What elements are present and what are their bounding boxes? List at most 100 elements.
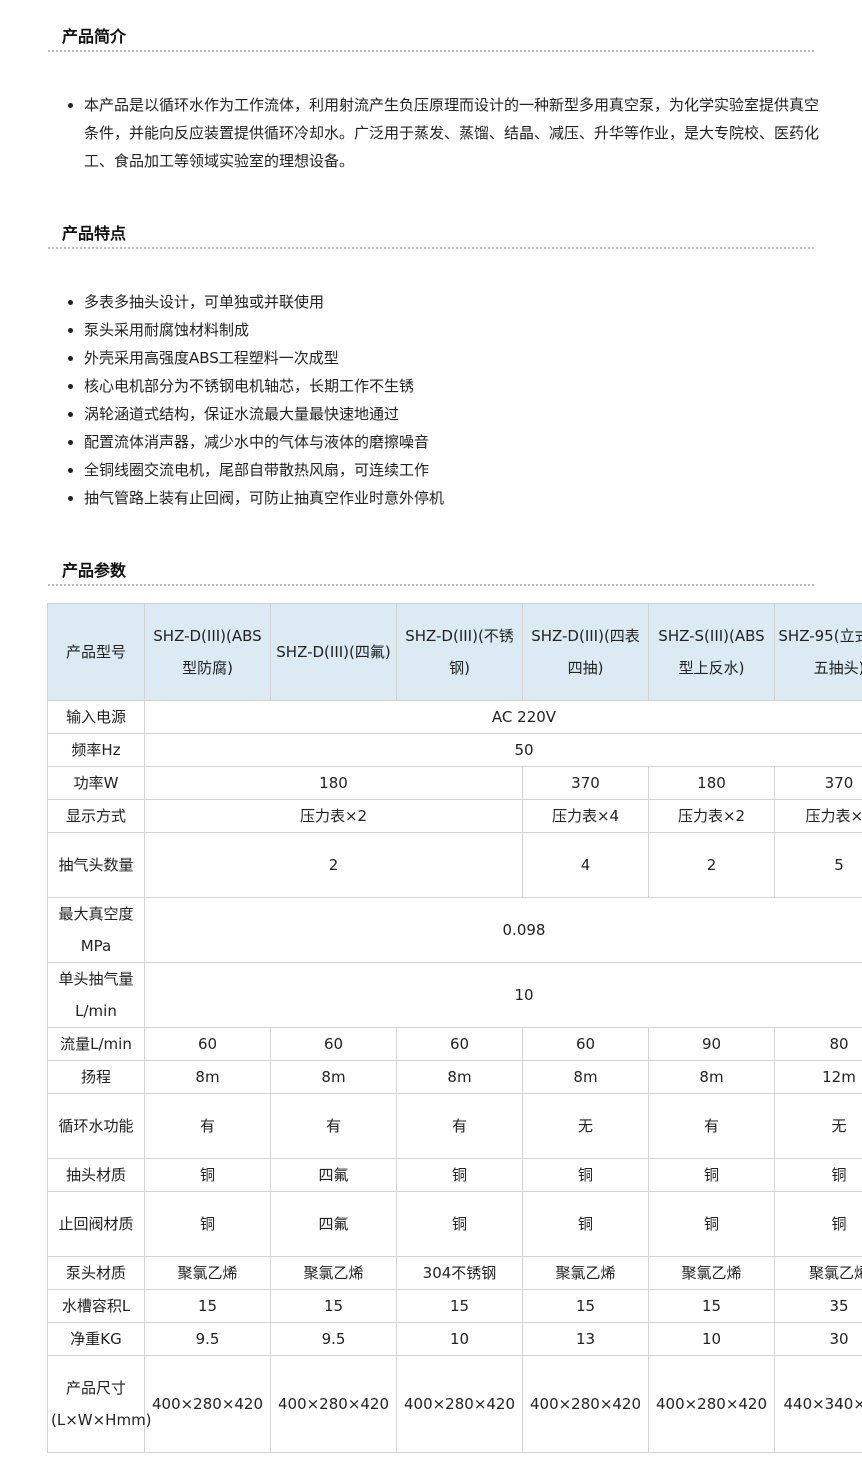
table-row: 净重KG 9.5 9.5 10 13 10 30 (47, 1322, 862, 1356)
table-cell: 15 (396, 1289, 523, 1323)
table-cell: 180 (144, 766, 523, 800)
row-label: 最大真空度MPa (47, 897, 145, 963)
table-row: 流量L/min 60 60 60 60 90 80 (47, 1027, 862, 1061)
table-cell: 铜 (774, 1191, 862, 1257)
table-row: 抽头材质 铜 四氟 铜 铜 铜 铜 (47, 1158, 862, 1192)
params-section-header: 产品参数 (48, 558, 814, 586)
feature-item: 全铜线圈交流电机，尾部自带散热风扇，可连续工作 (84, 456, 832, 484)
table-row: 扬程 8m 8m 8m 8m 8m 12m (47, 1060, 862, 1094)
table-row: 水槽容积L 15 15 15 15 15 35 (47, 1289, 862, 1323)
table-cell: AC 220V (144, 700, 862, 734)
table-cell: 铜 (144, 1191, 271, 1257)
row-label: 显示方式 (47, 799, 145, 833)
row-label: 产品尺寸(L×W×Hmm) (47, 1355, 152, 1453)
table-cell: 铜 (522, 1191, 649, 1257)
features-list: 多表多抽头设计，可单独或并联使用 泵头采用耐腐蚀材料制成 外壳采用高强度ABS工… (62, 288, 832, 512)
table-cell: 35 (774, 1289, 862, 1323)
table-row: 显示方式 压力表×2 压力表×4 压力表×2 压力表×5 (47, 799, 862, 833)
table-cell: 15 (144, 1289, 271, 1323)
table-cell: 铜 (774, 1158, 862, 1192)
row-label: 循环水功能 (47, 1093, 145, 1159)
table-header-row: 产品型号 SHZ-D(III)(ABS型防腐) SHZ-D(III)(四氟) S… (47, 603, 862, 701)
table-cell: 有 (396, 1093, 523, 1159)
table-cell: 0.098 (144, 897, 862, 963)
intro-section-header: 产品简介 (48, 24, 814, 52)
header-model: SHZ-D(III)(不锈钢) (396, 603, 523, 701)
table-cell: 2 (144, 832, 523, 898)
table-cell: 有 (648, 1093, 775, 1159)
table-cell: 400×280×420 (270, 1355, 397, 1453)
table-cell: 9.5 (144, 1322, 271, 1356)
table-cell: 60 (144, 1027, 271, 1061)
table-row: 最大真空度MPa 0.098 (47, 897, 862, 963)
feature-item: 多表多抽头设计，可单独或并联使用 (84, 288, 832, 316)
table-cell: 80 (774, 1027, 862, 1061)
row-label: 止回阀材质 (47, 1191, 145, 1257)
feature-item: 配置流体消声器，减少水中的气体与液体的磨擦噪音 (84, 428, 832, 456)
table-cell: 370 (774, 766, 862, 800)
table-row: 循环水功能 有 有 有 无 有 无 (47, 1093, 862, 1159)
table-cell: 压力表×2 (144, 799, 523, 833)
header-model: SHZ-95(立式五表五抽头) (774, 603, 862, 701)
intro-paragraph: 本产品是以循环水作为工作流体，利用射流产生负压原理而设计的一种新型多用真空泵，为… (84, 91, 832, 175)
table-cell: 60 (396, 1027, 523, 1061)
row-label: 扬程 (47, 1060, 145, 1094)
table-cell: 5 (774, 832, 862, 898)
intro-list: 本产品是以循环水作为工作流体，利用射流产生负压原理而设计的一种新型多用真空泵，为… (62, 91, 832, 175)
table-row: 单头抽气量L/min 10 (47, 962, 862, 1028)
table-cell: 聚氯乙烯 (522, 1256, 649, 1290)
table-cell: 15 (522, 1289, 649, 1323)
table-cell: 50 (144, 733, 862, 767)
feature-item: 核心电机部分为不锈钢电机轴芯，长期工作不生锈 (84, 372, 832, 400)
feature-item: 涡轮涵道式结构，保证水流最大量最快速地通过 (84, 400, 832, 428)
table-cell: 10 (144, 962, 862, 1028)
table-cell: 无 (522, 1093, 649, 1159)
table-cell: 无 (774, 1093, 862, 1159)
table-cell: 30 (774, 1322, 862, 1356)
table-cell: 压力表×4 (522, 799, 649, 833)
table-cell: 8m (270, 1060, 397, 1094)
table-cell: 180 (648, 766, 775, 800)
intro-title: 产品简介 (62, 27, 127, 46)
table-cell: 400×280×420 (648, 1355, 775, 1453)
table-cell: 铜 (648, 1191, 775, 1257)
table-cell: 有 (144, 1093, 271, 1159)
table-cell: 铜 (396, 1191, 523, 1257)
table-cell: 8m (522, 1060, 649, 1094)
row-label: 功率W (47, 766, 145, 800)
table-cell: 15 (648, 1289, 775, 1323)
table-cell: 10 (396, 1322, 523, 1356)
table-row: 泵头材质 聚氯乙烯 聚氯乙烯 304不锈钢 聚氯乙烯 聚氯乙烯 聚氯乙烯 (47, 1256, 862, 1290)
table-cell: 聚氯乙烯 (144, 1256, 271, 1290)
table-cell: 440×340×580 (774, 1355, 862, 1453)
row-label: 净重KG (47, 1322, 145, 1356)
header-model: SHZ-S(III)(ABS型上反水) (648, 603, 775, 701)
features-title: 产品特点 (62, 224, 127, 243)
table-row: 功率W 180 370 180 370 (47, 766, 862, 800)
table-cell: 13 (522, 1322, 649, 1356)
params-title: 产品参数 (62, 561, 127, 580)
table-row: 输入电源 AC 220V (47, 700, 862, 734)
table-cell: 370 (522, 766, 649, 800)
row-label: 水槽容积L (47, 1289, 145, 1323)
table-cell: 铜 (648, 1158, 775, 1192)
table-cell: 10 (648, 1322, 775, 1356)
header-model: SHZ-D(III)(ABS型防腐) (144, 603, 271, 701)
table-cell: 15 (270, 1289, 397, 1323)
row-label: 输入电源 (47, 700, 145, 734)
table-cell: 9.5 (270, 1322, 397, 1356)
table-cell: 铜 (396, 1158, 523, 1192)
feature-item: 外壳采用高强度ABS工程塑料一次成型 (84, 344, 832, 372)
table-row: 频率Hz 50 (47, 733, 862, 767)
table-cell: 12m (774, 1060, 862, 1094)
table-cell: 400×280×420 (144, 1355, 271, 1453)
table-cell: 铜 (144, 1158, 271, 1192)
table-cell: 四氟 (270, 1158, 397, 1192)
table-cell: 60 (270, 1027, 397, 1061)
table-cell: 400×280×420 (522, 1355, 649, 1453)
table-cell: 聚氯乙烯 (648, 1256, 775, 1290)
row-label: 频率Hz (47, 733, 145, 767)
header-label: 产品型号 (47, 603, 145, 701)
table-cell: 90 (648, 1027, 775, 1061)
table-cell: 铜 (522, 1158, 649, 1192)
